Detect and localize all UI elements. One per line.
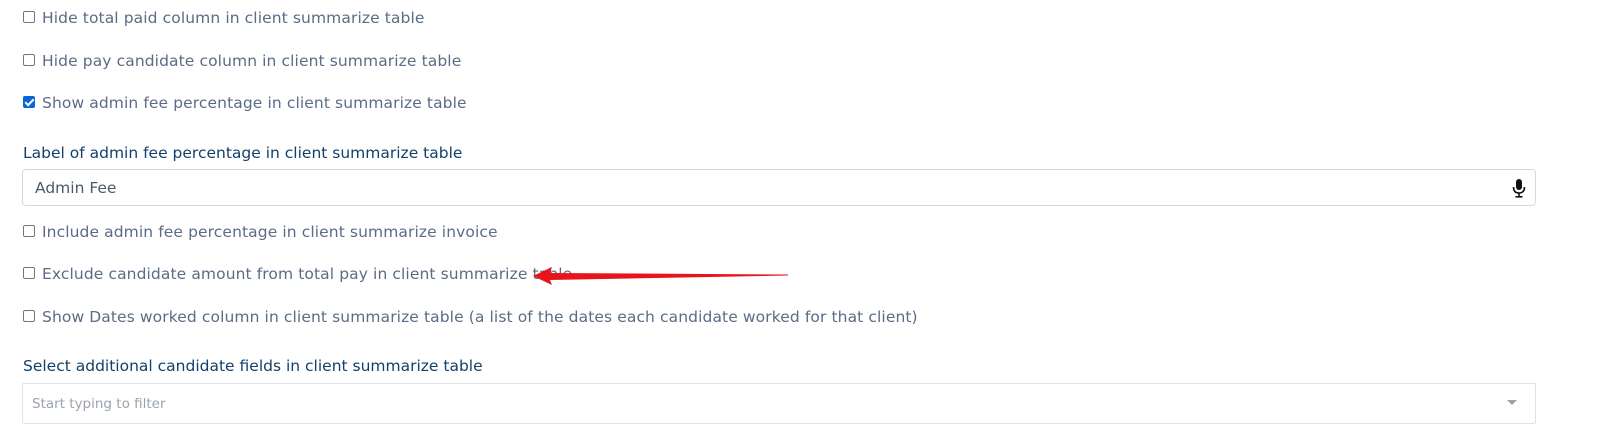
option-exclude-candidate-amount[interactable]: Exclude candidate amount from total pay … [23, 264, 572, 284]
additional-fields-placeholder: Start typing to filter [32, 396, 166, 412]
option-label: Include admin fee percentage in client s… [42, 223, 498, 241]
chevron-down-icon[interactable] [1507, 400, 1517, 405]
microphone-icon[interactable] [1511, 178, 1527, 198]
option-hide-total-paid[interactable]: Hide total paid column in client summari… [23, 8, 425, 28]
option-hide-pay-candidate[interactable]: Hide pay candidate column in client summ… [23, 51, 461, 71]
option-show-admin-fee[interactable]: Show admin fee percentage in client summ… [23, 93, 467, 113]
admin-fee-label-heading: Label of admin fee percentage in client … [23, 144, 463, 162]
option-label: Show Dates worked column in client summa… [42, 308, 918, 326]
option-label: Hide total paid column in client summari… [42, 9, 425, 27]
red-arrow-icon [533, 267, 788, 285]
show-admin-fee-checkbox[interactable] [23, 96, 35, 108]
option-include-admin-fee-invoice[interactable]: Include admin fee percentage in client s… [23, 222, 498, 242]
option-label: Hide pay candidate column in client summ… [42, 52, 462, 70]
hide-total-paid-checkbox[interactable] [23, 11, 35, 23]
option-show-dates-worked[interactable]: Show Dates worked column in client summa… [23, 307, 918, 327]
settings-panel: Hide total paid column in client summari… [0, 0, 1600, 439]
hide-pay-candidate-checkbox[interactable] [23, 54, 35, 66]
option-label: Show admin fee percentage in client summ… [42, 94, 467, 112]
exclude-candidate-amount-checkbox[interactable] [23, 267, 35, 279]
show-dates-worked-checkbox[interactable] [23, 310, 35, 322]
admin-fee-label-input[interactable]: Admin Fee [22, 169, 1536, 206]
include-admin-fee-checkbox[interactable] [23, 225, 35, 237]
option-label: Exclude candidate amount from total pay … [42, 265, 573, 283]
additional-fields-heading: Select additional candidate fields in cl… [23, 357, 483, 375]
additional-fields-select[interactable]: Start typing to filter [22, 383, 1536, 424]
admin-fee-label-value: Admin Fee [35, 179, 117, 197]
